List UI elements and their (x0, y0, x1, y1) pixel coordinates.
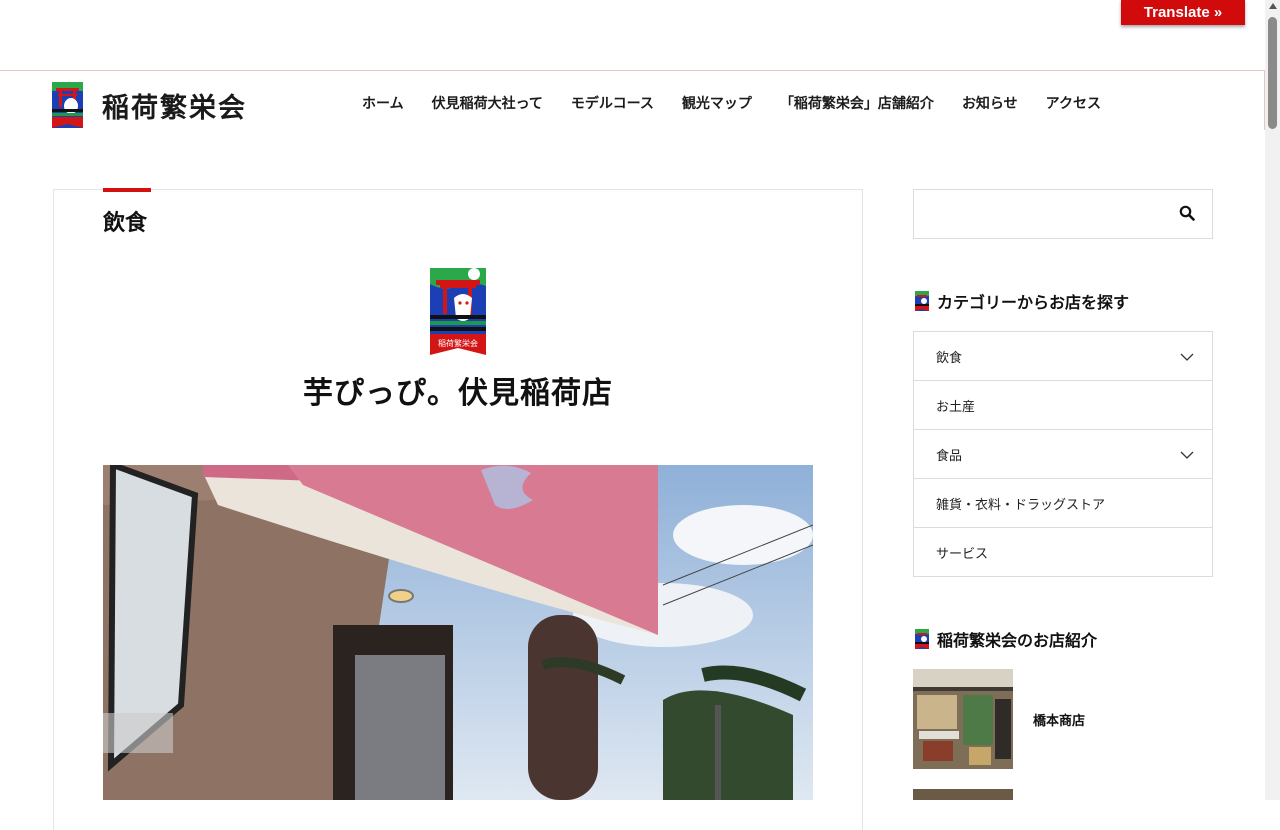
category-item-groceries[interactable]: 食品 (914, 430, 1212, 479)
inari-logo-icon (52, 82, 83, 128)
nav-item-model-course[interactable]: モデルコース (557, 93, 668, 113)
category-label: 食品 (936, 448, 963, 464)
site-name: 稲荷繁栄会 (102, 92, 247, 124)
category-label: 飲食 (936, 350, 963, 366)
category-label: 雑貨・衣料・ドラッグストア (936, 497, 1106, 513)
chevron-down-icon[interactable] (1180, 351, 1194, 366)
category-item-souvenir[interactable]: お土産 (914, 381, 1212, 430)
nav-item-news[interactable]: お知らせ (948, 93, 1032, 113)
category-item-service[interactable]: サービス (914, 528, 1212, 576)
inari-mini-logo-icon (915, 291, 929, 311)
page-scrollbar[interactable] (1265, 0, 1280, 800)
header-divider-right (1264, 70, 1265, 130)
header-divider (0, 70, 1265, 71)
categories-widget-title: カテゴリーからお店を探す (915, 289, 1129, 313)
shops-widget-title: 稲荷繁栄会のお店紹介 (915, 627, 1097, 651)
post-title: 芋ぴっぴ。伏見稲荷店 (303, 376, 613, 411)
inari-mascot-logo-icon: 稲荷繁栄会 (430, 268, 486, 355)
shop-logo-caption: 稲荷繁栄会 (438, 338, 478, 348)
nav-item-access[interactable]: アクセス (1032, 93, 1115, 113)
shops-title: 稲荷繁栄会のお店紹介 (937, 631, 1098, 650)
category-accent-bar (103, 188, 151, 192)
nav-item-home[interactable]: ホーム (348, 93, 418, 113)
category-item-goods[interactable]: 雑貨・衣料・ドラッグストア (914, 479, 1212, 528)
category-label: サービス (936, 546, 989, 562)
nav-item-map[interactable]: 観光マップ (668, 93, 766, 113)
categories-title: カテゴリーからお店を探す (937, 293, 1130, 312)
nav-item-about-taisha[interactable]: 伏見稲荷大社って (418, 93, 557, 113)
category-label: お土産 (936, 399, 976, 415)
search-box[interactable] (913, 189, 1213, 239)
search-icon[interactable] (1179, 205, 1195, 225)
translate-button[interactable]: Translate » (1121, 0, 1245, 25)
shop-list-item[interactable]: 橋本商店 (913, 669, 1085, 769)
site-logo-link[interactable]: 稲荷繁栄会 (52, 82, 247, 128)
storefront-photo (103, 465, 813, 800)
category-item-food[interactable]: 飲食 (914, 332, 1212, 381)
category-list: 飲食 お土産 食品 雑貨・衣料・ドラッグストア サービス (913, 331, 1213, 577)
scroll-up-arrow-icon[interactable] (1269, 3, 1277, 9)
chevron-down-icon[interactable] (1180, 449, 1194, 464)
shop-thumbnail-next[interactable] (913, 789, 1013, 800)
shop-logo: 稲荷繁栄会 (430, 268, 486, 359)
scroll-thumb[interactable] (1268, 17, 1277, 129)
category-heading[interactable]: 飲食 (103, 205, 147, 237)
inari-mini-logo-icon (915, 629, 929, 649)
main-nav: ホーム 伏見稲荷大社って モデルコース 観光マップ 「稲荷繁栄会」店舗紹介 お知… (348, 93, 1115, 113)
shop-name[interactable]: 橋本商店 (1033, 710, 1085, 729)
shop-thumbnail[interactable] (913, 669, 1013, 769)
nav-item-shops[interactable]: 「稲荷繁栄会」店舗紹介 (766, 93, 948, 113)
